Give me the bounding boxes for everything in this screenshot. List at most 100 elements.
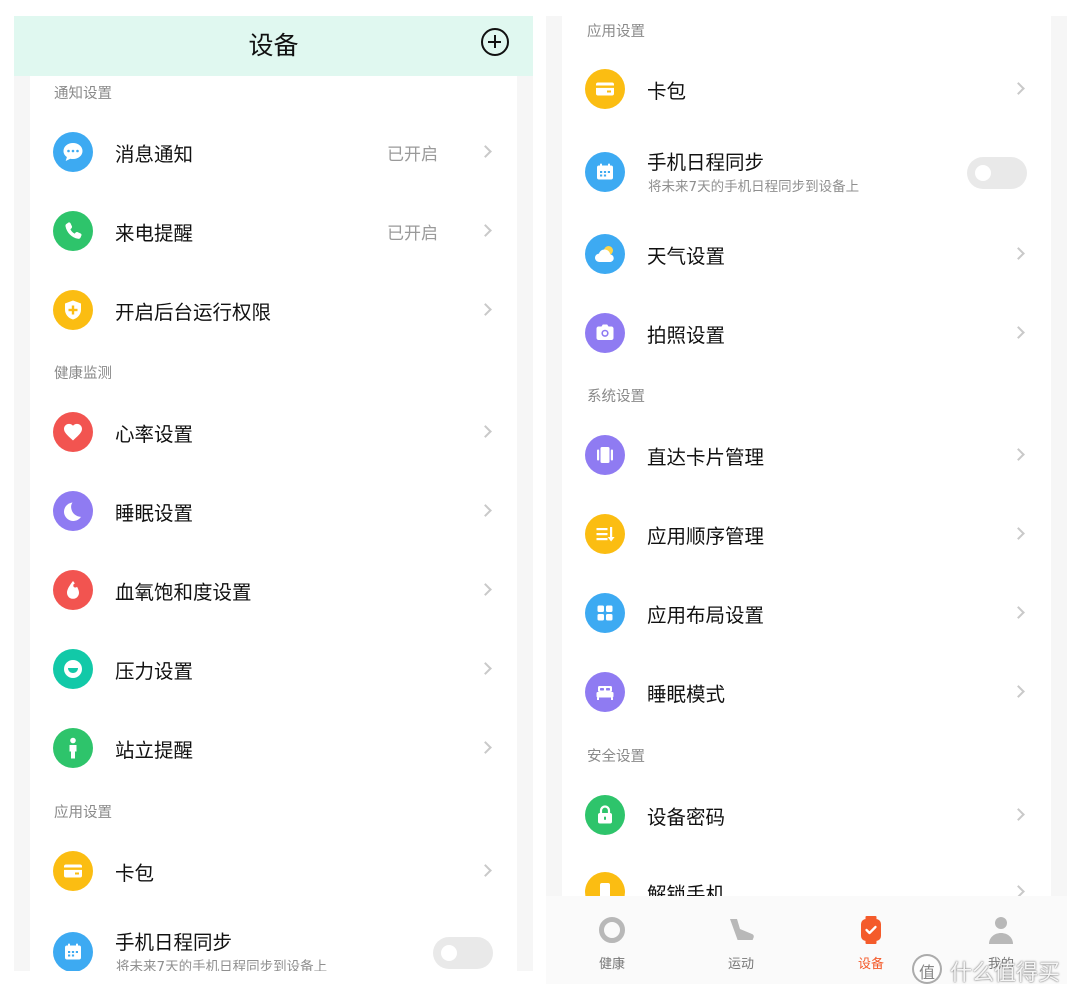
section-security-title: 安全设置 xyxy=(587,749,645,765)
chevron-right-icon xyxy=(479,583,492,596)
section-apps-title: 应用设置 xyxy=(54,805,112,821)
section-notify-title: 通知设置 xyxy=(54,86,112,102)
grid-icon xyxy=(585,593,625,633)
row-message-notification[interactable]: 消息通知 已开启 xyxy=(30,122,517,182)
row-calendar-sync[interactable]: 手机日程同步 将未来7天的手机日程同步到设备上 xyxy=(562,142,1051,202)
sort-list-icon xyxy=(585,514,625,554)
chevron-right-icon xyxy=(479,741,492,754)
chevron-right-icon xyxy=(479,145,492,158)
section-apps-title: 应用设置 xyxy=(587,24,645,40)
row-label: 站立提醒 xyxy=(115,739,194,762)
chevron-right-icon xyxy=(479,662,492,675)
row-app-order[interactable]: 应用顺序管理 xyxy=(562,504,1051,564)
shield-plus-icon xyxy=(53,290,93,330)
chevron-right-icon xyxy=(479,504,492,517)
row-background-permission[interactable]: 开启后台运行权限 xyxy=(30,280,517,340)
watch-icon xyxy=(856,914,886,946)
row-app-layout[interactable]: 应用布局设置 xyxy=(562,583,1051,643)
row-wallet[interactable]: 卡包 xyxy=(562,59,1051,119)
chevron-right-icon xyxy=(1012,82,1025,95)
row-label: 睡眠模式 xyxy=(647,683,726,706)
health-ring-icon xyxy=(597,914,627,946)
phone-icon xyxy=(53,211,93,251)
chevron-right-icon xyxy=(479,864,492,877)
tab-health[interactable]: 健康 xyxy=(552,896,672,984)
lock-icon xyxy=(585,795,625,835)
row-label: 直达卡片管理 xyxy=(647,446,765,469)
calendar-icon xyxy=(53,932,93,971)
row-spo2-settings[interactable]: 血氧饱和度设置 xyxy=(30,560,517,620)
row-label: 应用布局设置 xyxy=(647,604,765,627)
tab-sport[interactable]: 运动 xyxy=(681,896,801,984)
row-call-reminder[interactable]: 来电提醒 已开启 xyxy=(30,201,517,261)
row-weather-settings[interactable]: 天气设置 xyxy=(562,224,1051,284)
row-label: 来电提醒 xyxy=(115,222,194,245)
header-bar: 设备 xyxy=(14,16,533,76)
calendar-sync-toggle[interactable] xyxy=(967,157,1027,189)
chevron-right-icon xyxy=(1012,448,1025,461)
row-camera-settings[interactable]: 拍照设置 xyxy=(562,303,1051,363)
cloud-sun-icon xyxy=(585,234,625,274)
row-sleep-settings[interactable]: 睡眠设置 xyxy=(30,481,517,541)
row-shortcut-cards[interactable]: 直达卡片管理 xyxy=(562,425,1051,485)
watermark-text: 什么值得买 xyxy=(950,961,1061,986)
add-device-icon[interactable] xyxy=(481,28,509,56)
row-label: 设备密码 xyxy=(647,806,726,829)
right-phone-screen: 应用设置 卡包 手机日程同步 将未来7天的手机日程同步到设备上 天气设置 拍照设… xyxy=(546,16,1067,984)
row-stress-settings[interactable]: 压力设置 xyxy=(30,639,517,699)
row-label: 开启后台运行权限 xyxy=(115,301,272,324)
row-label: 卡包 xyxy=(115,862,155,885)
bed-icon xyxy=(585,672,625,712)
drop-icon xyxy=(53,570,93,610)
chevron-right-icon xyxy=(479,224,492,237)
row-sleep-mode[interactable]: 睡眠模式 xyxy=(562,662,1051,722)
wallet-card-icon xyxy=(53,851,93,891)
status-text: 已开启 xyxy=(387,145,438,165)
chevron-right-icon xyxy=(1012,808,1025,821)
chevron-right-icon xyxy=(1012,326,1025,339)
heart-icon xyxy=(53,412,93,452)
row-label: 手机日程同步 xyxy=(647,151,765,174)
watermark-logo-icon xyxy=(912,954,942,984)
left-phone-screen: 设备 通知设置 消息通知 已开启 来电提醒 已开启 开启后台运行权限 健康监测 … xyxy=(14,16,533,971)
user-icon xyxy=(986,914,1016,946)
chevron-right-icon xyxy=(1012,685,1025,698)
chevron-right-icon xyxy=(1012,606,1025,619)
row-description: 将未来7天的手机日程同步到设备上 xyxy=(116,959,328,971)
cards-icon xyxy=(585,435,625,475)
calendar-sync-toggle[interactable] xyxy=(433,937,493,969)
row-label: 消息通知 xyxy=(115,143,194,166)
row-label: 卡包 xyxy=(647,80,687,103)
row-label: 压力设置 xyxy=(115,660,194,683)
row-label: 手机日程同步 xyxy=(115,931,233,954)
row-label: 睡眠设置 xyxy=(115,502,194,525)
row-description: 将未来7天的手机日程同步到设备上 xyxy=(648,179,860,195)
row-label: 心率设置 xyxy=(115,423,194,446)
section-health-title: 健康监测 xyxy=(54,366,112,382)
row-wallet[interactable]: 卡包 xyxy=(30,841,517,901)
row-device-password[interactable]: 设备密码 xyxy=(562,785,1051,845)
wallet-card-icon xyxy=(585,69,625,109)
tab-label: 健康 xyxy=(598,957,625,972)
chevron-right-icon xyxy=(479,425,492,438)
chevron-right-icon xyxy=(1012,527,1025,540)
chevron-right-icon xyxy=(479,303,492,316)
calendar-icon xyxy=(585,152,625,192)
status-text: 已开启 xyxy=(387,224,438,244)
moon-icon xyxy=(53,491,93,531)
sneaker-icon xyxy=(726,914,756,946)
tab-label: 运动 xyxy=(727,957,754,972)
section-system-title: 系统设置 xyxy=(587,389,645,405)
row-label: 血氧饱和度设置 xyxy=(115,581,252,604)
row-label: 拍照设置 xyxy=(647,324,726,347)
row-heart-rate[interactable]: 心率设置 xyxy=(30,402,517,462)
row-calendar-sync[interactable]: 手机日程同步 将未来7天的手机日程同步到设备上 xyxy=(30,922,517,971)
row-label: 天气设置 xyxy=(647,245,726,268)
camera-icon xyxy=(585,313,625,353)
chat-bubble-icon xyxy=(53,132,93,172)
standing-person-icon xyxy=(53,728,93,768)
stress-face-icon xyxy=(53,649,93,689)
row-label: 应用顺序管理 xyxy=(647,525,765,548)
page-title: 设备 xyxy=(248,31,299,60)
row-stand-reminder[interactable]: 站立提醒 xyxy=(30,718,517,778)
